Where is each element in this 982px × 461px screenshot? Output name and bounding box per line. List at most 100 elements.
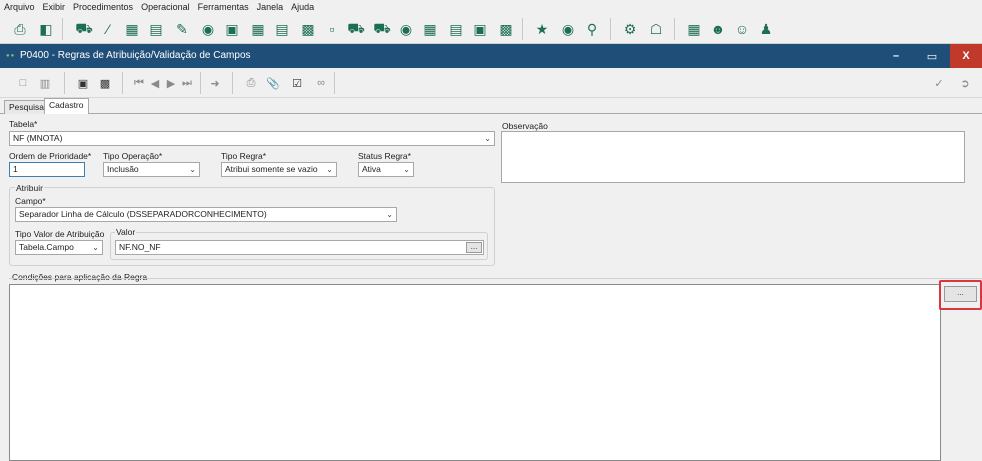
door-icon[interactable]: ◧ — [36, 19, 56, 39]
tipo-operacao-select[interactable]: Inclusão ⌄ — [103, 162, 200, 177]
save-icon[interactable]: ▩ — [96, 74, 114, 92]
pen-icon[interactable]: ✎ — [172, 19, 192, 39]
tabela-value: NF (MNOTA) — [13, 133, 63, 143]
valor-browse-button[interactable]: ... — [466, 242, 482, 253]
chevron-down-icon: ⌄ — [484, 134, 491, 143]
menu-bar: Arquivo Exibir Procedimentos Operacional… — [0, 0, 982, 14]
attachment-icon[interactable]: 📎 — [264, 74, 282, 92]
status-regra-select[interactable]: Ativa ⌄ — [358, 162, 414, 177]
money-truck-icon[interactable]: ◉ — [396, 19, 416, 39]
bus-icon[interactable]: ⛟ — [372, 19, 392, 39]
atribuir-label: Atribuir — [15, 183, 44, 193]
route-icon[interactable]: ⁄ — [98, 19, 118, 39]
window-title-bar: ●● P0400 - Regras de Atribuição/Validaçã… — [0, 44, 982, 68]
minimize-button[interactable]: – — [878, 44, 914, 68]
exit-icon[interactable]: ➲ — [956, 74, 974, 92]
toolbar-separator — [122, 72, 123, 94]
person-circle-icon[interactable]: ☻ — [708, 19, 728, 39]
condicoes-label: Condições para aplicação da Regra — [12, 272, 148, 282]
tipo-valor-value: Tabela.Campo — [19, 242, 74, 252]
window-dots-icon: ●● — [6, 53, 16, 59]
calculator-icon[interactable]: ▦ — [122, 19, 142, 39]
dollar-doc-icon[interactable]: ▣ — [222, 19, 242, 39]
chevron-down-icon: ⌄ — [92, 243, 99, 252]
tipo-regra-label: Tipo Regra* — [221, 151, 267, 161]
chevron-down-icon: ⌄ — [189, 165, 196, 174]
campo-value: Separador Linha de Cálculo (DSSEPARADORC… — [19, 209, 267, 219]
toolbar-separator — [62, 18, 63, 40]
edit-doc-icon[interactable]: ▤ — [272, 19, 292, 39]
tipo-regra-select[interactable]: Atribui somente se vazio ⌄ — [221, 162, 337, 177]
cash-register-icon[interactable]: ▤ — [446, 19, 466, 39]
tipo-valor-label: Tipo Valor de Atribuição — [15, 229, 105, 239]
condicoes-button[interactable]: ... — [944, 286, 977, 302]
print-icon[interactable]: ⎙ — [10, 19, 30, 39]
condicoes-divider — [9, 278, 982, 279]
menu-ajuda[interactable]: Ajuda — [291, 2, 314, 12]
toolbar-separator — [232, 72, 233, 94]
close-button[interactable]: X — [950, 44, 982, 68]
condicoes-panel[interactable] — [9, 284, 941, 461]
toolbar-separator — [334, 72, 335, 94]
campo-select[interactable]: Separador Linha de Cálculo (DSSEPARADORC… — [15, 207, 397, 222]
menu-arquivo[interactable]: Arquivo — [4, 2, 35, 12]
status-regra-value: Ativa — [362, 164, 381, 174]
tab-strip: Pesquisa Cadastro — [0, 98, 982, 114]
location-route-icon[interactable]: ⚲ — [582, 19, 602, 39]
maximize-button[interactable]: ▭ — [914, 44, 950, 68]
dollar-file-icon[interactable]: ▩ — [496, 19, 516, 39]
observacao-field[interactable] — [501, 131, 965, 183]
truck-icon[interactable]: ⛟ — [74, 19, 94, 39]
toolbar-separator — [64, 72, 65, 94]
report-icon[interactable]: ▫ — [322, 19, 342, 39]
print-record-icon[interactable]: ⎙ — [242, 74, 260, 92]
tipo-operacao-label: Tipo Operação* — [103, 151, 163, 161]
menu-ferramentas[interactable]: Ferramentas — [198, 2, 249, 12]
menu-operacional[interactable]: Operacional — [141, 2, 190, 12]
last-record-icon[interactable]: ⏭ — [178, 74, 196, 92]
document-icon[interactable]: ▩ — [298, 19, 318, 39]
status-regra-label: Status Regra* — [358, 151, 411, 161]
toolbar-separator — [200, 72, 201, 94]
menu-janela[interactable]: Janela — [257, 2, 284, 12]
main-toolbar: ⎙ ◧ ⛟ ⁄ ▦ ▤ ✎ ◉ ▣ ▦ ▤ ▩ ▫ ⛟ ⛟ ◉ ▦ ▤ ▣ ▩ … — [0, 14, 982, 44]
tipo-regra-value: Atribui somente se vazio — [225, 164, 318, 174]
money-network-icon[interactable]: ◉ — [558, 19, 578, 39]
valor-field[interactable]: NF.NO_NF — [115, 240, 484, 255]
delete-icon[interactable]: ▥ — [36, 74, 54, 92]
menu-procedimentos[interactable]: Procedimentos — [73, 2, 133, 12]
observacao-label: Observação — [502, 121, 548, 131]
calendar-icon[interactable]: ▦ — [248, 19, 268, 39]
valor-label: Valor — [115, 227, 137, 237]
toolbar-separator — [522, 18, 523, 40]
tab-cadastro[interactable]: Cadastro — [44, 98, 89, 114]
go-to-record-icon[interactable]: ➜ — [206, 74, 224, 92]
checkbox-icon[interactable]: ☑ — [288, 74, 306, 92]
record-toolbar: □ ▥ ▣ ▩ ⏮ ◀ ▶ ⏭ ➜ ⎙ 📎 ☑ ∞ ✓ ➲ — [0, 68, 982, 98]
tipo-valor-select[interactable]: Tabela.Campo ⌄ — [15, 240, 103, 255]
gear-icon[interactable]: ⚙ — [620, 19, 640, 39]
truck-money-icon[interactable]: ⛟ — [346, 19, 366, 39]
building-icon[interactable]: ▦ — [684, 19, 704, 39]
ordem-field[interactable]: 1 — [9, 162, 85, 177]
network-icon[interactable]: ★ — [532, 19, 552, 39]
menu-exibir[interactable]: Exibir — [43, 2, 66, 12]
ordem-label: Ordem de Prioridade* — [9, 151, 92, 161]
confirm-icon[interactable]: ✓ — [930, 74, 948, 92]
people-circle-icon[interactable]: ☺ — [732, 19, 752, 39]
person-chart-icon[interactable]: ♟ — [756, 19, 776, 39]
toolbar-separator — [674, 18, 675, 40]
window-title: P0400 - Regras de Atribuição/Validação d… — [20, 50, 251, 61]
new-record-icon[interactable]: □ — [14, 74, 32, 92]
house-money-icon[interactable]: ☖ — [646, 19, 666, 39]
link-icon[interactable]: ∞ — [312, 74, 330, 92]
boxes-icon[interactable]: ▦ — [420, 19, 440, 39]
tab-pesquisa[interactable]: Pesquisa — [4, 100, 49, 114]
chevron-down-icon: ⌄ — [403, 165, 410, 174]
tabela-select[interactable]: NF (MNOTA) ⌄ — [9, 131, 495, 146]
tipo-operacao-value: Inclusão — [107, 164, 139, 174]
money-icon[interactable]: ◉ — [198, 19, 218, 39]
copy-icon[interactable]: ▣ — [74, 74, 92, 92]
calculator-list-icon[interactable]: ▤ — [146, 19, 166, 39]
stack-icon[interactable]: ▣ — [470, 19, 490, 39]
